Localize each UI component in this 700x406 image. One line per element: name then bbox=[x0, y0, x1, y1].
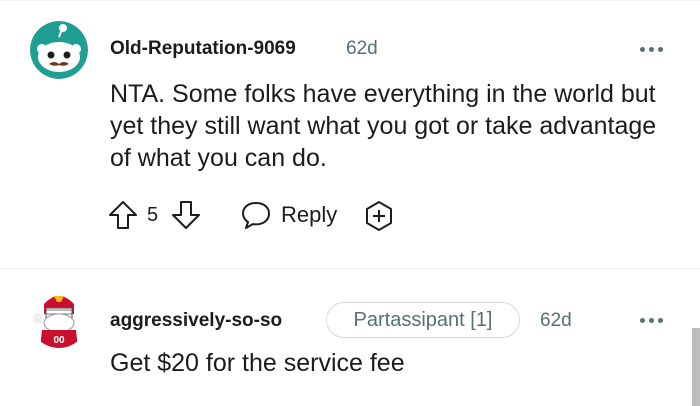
username[interactable]: aggressively-so-so bbox=[110, 310, 282, 332]
comment-bubble-icon bbox=[242, 202, 270, 229]
snoo-avatar-mustache-icon bbox=[30, 21, 88, 79]
timestamp[interactable]: 62d bbox=[540, 310, 572, 332]
award-button[interactable] bbox=[362, 199, 396, 233]
username[interactable]: Old-Reputation-9069 bbox=[110, 38, 296, 60]
user-flair: Partassipant [1] bbox=[326, 302, 520, 338]
downvote-arrow-icon bbox=[172, 201, 200, 229]
snoo-avatar-football-icon: 00 bbox=[30, 290, 88, 348]
comment-body: Get $20 for the service fee bbox=[110, 349, 405, 377]
scrollbar[interactable] bbox=[692, 328, 700, 406]
comment-divider bbox=[0, 268, 700, 269]
downvote-button[interactable] bbox=[171, 199, 203, 231]
avatar[interactable] bbox=[30, 21, 88, 79]
upvote-arrow-icon bbox=[109, 201, 137, 229]
svg-text:00: 00 bbox=[53, 335, 65, 346]
reply-label[interactable]: Reply bbox=[281, 202, 337, 228]
top-divider bbox=[0, 0, 700, 1]
vote-count: 5 bbox=[147, 204, 159, 226]
more-options-button[interactable] bbox=[640, 315, 668, 325]
more-options-button[interactable] bbox=[640, 44, 668, 54]
upvote-button[interactable] bbox=[108, 199, 140, 231]
avatar[interactable]: 00 bbox=[30, 290, 88, 348]
award-plus-icon bbox=[366, 201, 392, 231]
comment-body: NTA. Some folks have everything in the w… bbox=[110, 80, 657, 172]
timestamp[interactable]: 62d bbox=[346, 38, 378, 60]
